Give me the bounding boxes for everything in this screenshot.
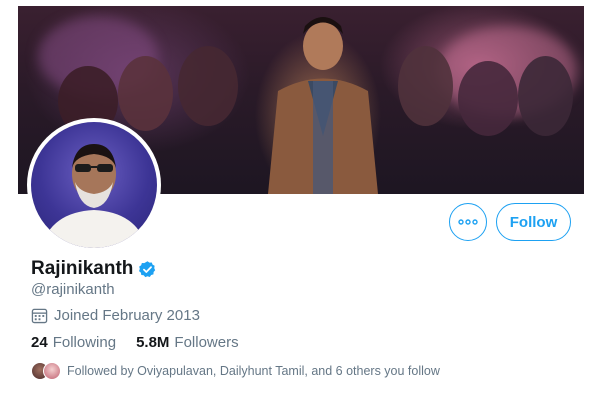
joined-date-text: Joined February 2013 [54,307,200,324]
more-options-button[interactable] [449,203,487,241]
following-count: 24 [31,334,48,351]
banner-figure [268,17,378,194]
more-horizontal-icon [458,219,478,225]
followed-by-row[interactable]: Followed by Oviyapulavan, Dailyhunt Tami… [31,362,440,380]
followers-link[interactable]: 5.8M Followers [136,334,239,351]
profile-avatar[interactable] [27,118,161,252]
follow-button[interactable]: Follow [496,203,571,241]
following-link[interactable]: 24 Following [31,334,116,351]
avatar-photo [41,144,147,248]
follower-avatar [43,362,61,380]
follow-stats: 24 Following 5.8M Followers [31,334,259,351]
following-label: Following [52,334,117,351]
followers-label: Followers [174,334,239,351]
followed-by-text: Followed by Oviyapulavan, Dailyhunt Tami… [67,364,440,378]
calendar-icon [31,308,48,324]
profile-page: Follow Rajinikanth @rajinikanth Joined F… [0,0,600,400]
joined-date-row: Joined February 2013 [31,307,200,324]
user-handle: @rajinikanth [31,281,115,298]
followed-by-avatars [31,362,61,380]
followers-count: 5.8M [136,334,170,351]
name-row: Rajinikanth [31,258,157,280]
display-name: Rajinikanth [31,258,134,279]
verified-badge-icon [139,260,156,277]
